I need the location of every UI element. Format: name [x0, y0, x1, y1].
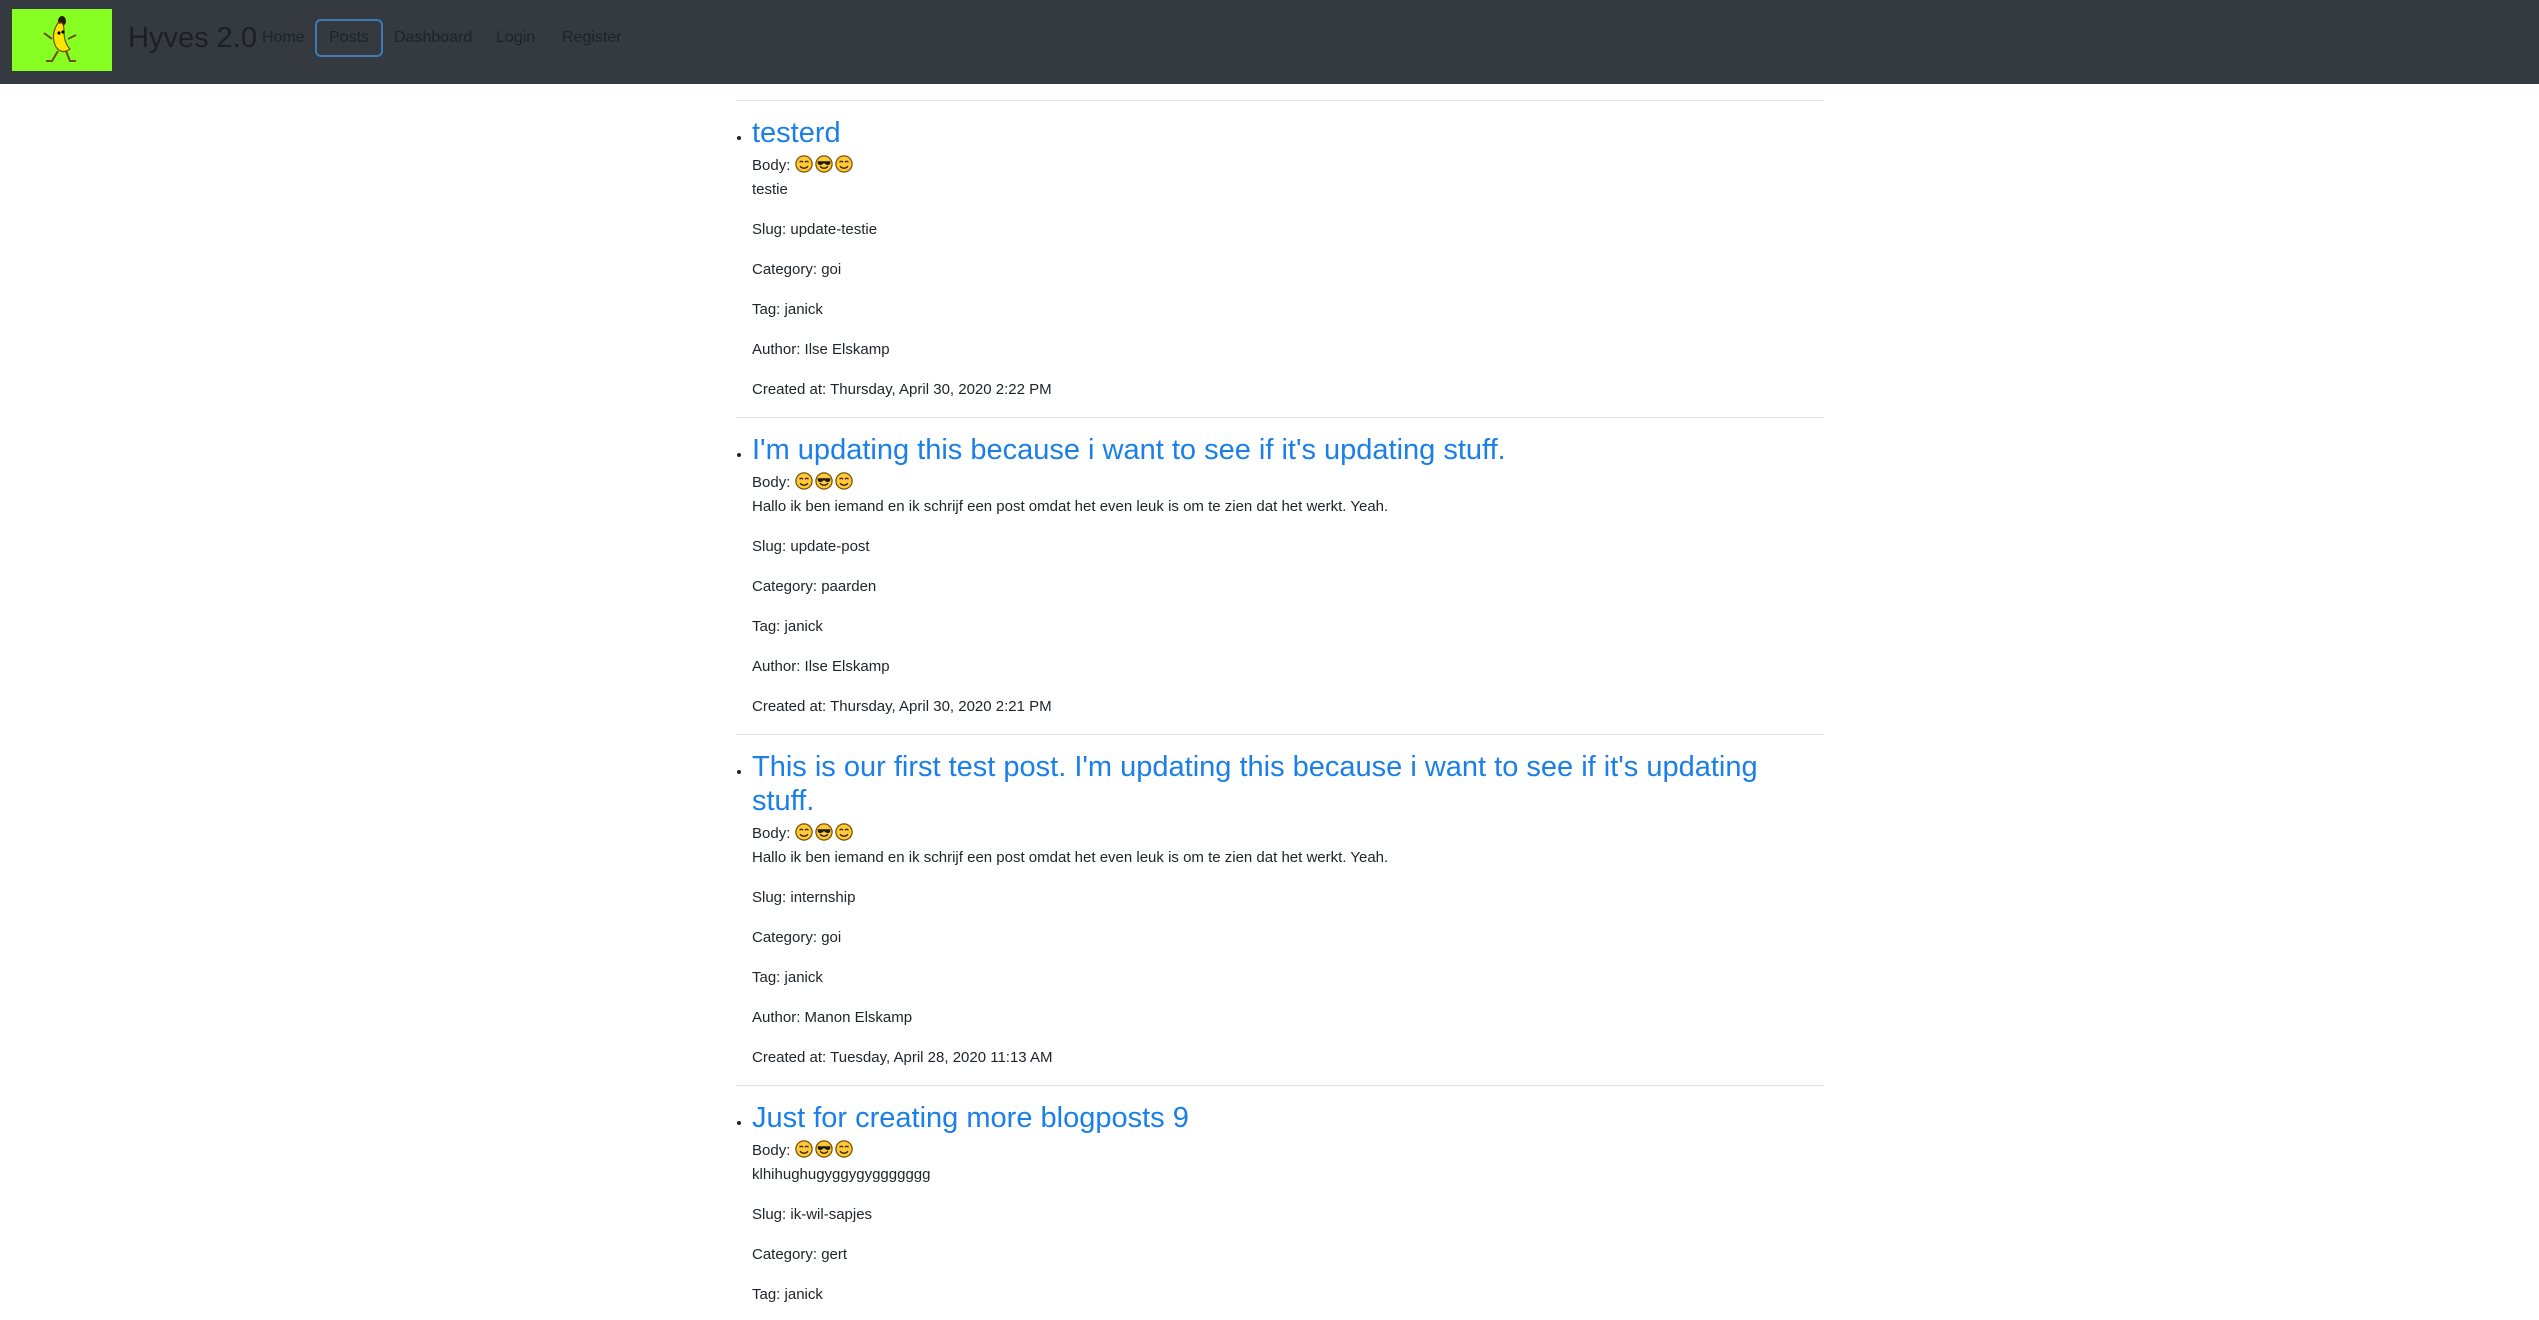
- slug-label: Slug:: [752, 889, 787, 906]
- smiling-face-icon: [834, 823, 853, 841]
- post-category: goi: [821, 929, 842, 946]
- smiling-face-icon: [794, 155, 813, 173]
- sunglasses-face-icon: [814, 472, 833, 490]
- divider: [736, 417, 1824, 418]
- post-category: goi: [821, 261, 842, 278]
- category-label: Category:: [752, 261, 818, 278]
- post-body: Hallo ik ben iemand en ik schrijf een po…: [752, 498, 1389, 515]
- posts-list: testerd Body: testie Slug: update-testie…: [736, 116, 1824, 1307]
- post-item: Just for creating more blogposts 9 Body:…: [752, 1101, 1824, 1307]
- post-slug: internship: [790, 889, 856, 906]
- post-tag: janick: [784, 1286, 823, 1303]
- body-label: Body:: [752, 825, 791, 842]
- tag-label: Tag:: [752, 1286, 781, 1303]
- post-author: Ilse Elskamp: [804, 341, 890, 358]
- post-created-at: Thursday, April 30, 2020 2:21 PM: [830, 698, 1052, 715]
- nav-link-login[interactable]: Login: [496, 19, 535, 57]
- post-title-link[interactable]: I'm updating this because i want to see …: [752, 433, 1824, 467]
- slug-label: Slug:: [752, 538, 787, 555]
- post-created-at: Tuesday, April 28, 2020 11:13 AM: [830, 1049, 1053, 1066]
- banana-icon: [43, 16, 77, 62]
- sunglasses-face-icon: [814, 823, 833, 841]
- sunglasses-face-icon: [814, 1140, 833, 1158]
- body-label: Body:: [752, 1142, 791, 1159]
- post-body: testie: [752, 181, 788, 198]
- body-label: Body:: [752, 474, 791, 491]
- slug-label: Slug:: [752, 1206, 787, 1223]
- created-label: Created at:: [752, 381, 827, 398]
- post-item: This is our first test post. I'm updatin…: [736, 750, 1824, 1086]
- nav-link-dashboard[interactable]: Dashboard: [394, 19, 472, 57]
- navbar: Hyves 2.0 Home Posts Dashboard Login Reg…: [0, 0, 2539, 84]
- emoji-row: [794, 472, 855, 491]
- smiling-face-icon: [834, 472, 853, 490]
- post-created-at: Thursday, April 30, 2020 2:22 PM: [830, 381, 1052, 398]
- sunglasses-face-icon: [814, 155, 833, 173]
- category-label: Category:: [752, 1246, 818, 1263]
- post-title-link[interactable]: Just for creating more blogposts 9: [752, 1101, 1824, 1135]
- divider: [736, 1085, 1824, 1086]
- post-slug: ik-wil-sapjes: [790, 1206, 873, 1223]
- post-body: Hallo ik ben iemand en ik schrijf een po…: [752, 849, 1389, 866]
- dancing-banana-logo[interactable]: [12, 9, 112, 71]
- smiling-face-icon: [794, 823, 813, 841]
- post-author: Ilse Elskamp: [804, 658, 890, 675]
- nav-link-posts[interactable]: Posts: [315, 19, 384, 57]
- post-body: klhihughugyggygyggggggg: [752, 1166, 931, 1183]
- post-slug: update-testie: [790, 221, 878, 238]
- divider: [736, 100, 1824, 101]
- category-label: Category:: [752, 929, 818, 946]
- smiling-face-icon: [834, 1140, 853, 1158]
- nav-link-home[interactable]: Home: [262, 19, 305, 57]
- tag-label: Tag:: [752, 969, 781, 986]
- author-label: Author:: [752, 341, 801, 358]
- smiling-face-icon: [834, 155, 853, 173]
- post-item: testerd Body: testie Slug: update-testie…: [736, 116, 1824, 418]
- post-author: Manon Elskamp: [804, 1009, 913, 1026]
- post-category: gert: [821, 1246, 848, 1263]
- post-tag: janick: [784, 618, 823, 635]
- divider: [736, 734, 1824, 735]
- smiling-face-icon: [794, 472, 813, 490]
- post-category: paarden: [821, 578, 877, 595]
- category-label: Category:: [752, 578, 818, 595]
- post-slug: update-post: [790, 538, 870, 555]
- created-label: Created at:: [752, 698, 827, 715]
- post-title-link[interactable]: This is our first test post. I'm updatin…: [752, 750, 1824, 818]
- emoji-row: [794, 823, 855, 842]
- tag-label: Tag:: [752, 301, 781, 318]
- smiling-face-icon: [794, 1140, 813, 1158]
- post-tag: janick: [784, 301, 823, 318]
- emoji-row: [794, 1140, 855, 1159]
- post-item: I'm updating this because i want to see …: [736, 433, 1824, 735]
- brand-title[interactable]: Hyves 2.0: [128, 20, 257, 56]
- emoji-row: [794, 155, 855, 174]
- tag-label: Tag:: [752, 618, 781, 635]
- body-label: Body:: [752, 157, 791, 174]
- post-title-link[interactable]: testerd: [752, 116, 1824, 150]
- posts-container: testerd Body: testie Slug: update-testie…: [736, 100, 1824, 1307]
- slug-label: Slug:: [752, 221, 787, 238]
- author-label: Author:: [752, 658, 801, 675]
- nav-link-register[interactable]: Register: [562, 19, 622, 57]
- created-label: Created at:: [752, 1049, 827, 1066]
- post-tag: janick: [784, 969, 823, 986]
- author-label: Author:: [752, 1009, 801, 1026]
